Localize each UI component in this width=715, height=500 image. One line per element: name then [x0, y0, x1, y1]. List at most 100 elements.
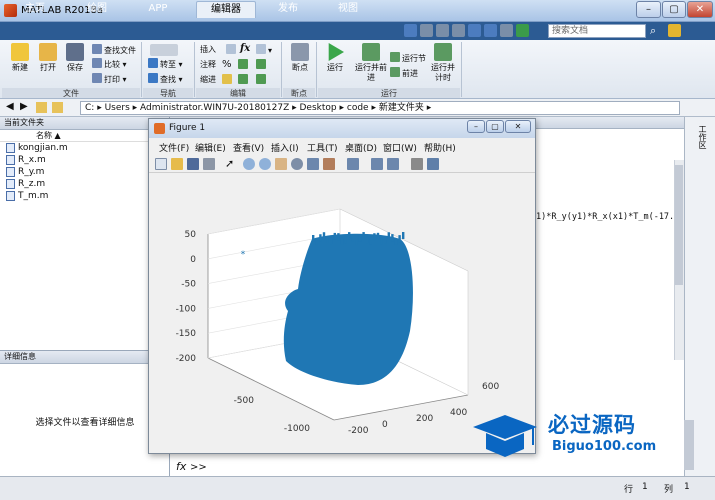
advance-button[interactable]: 前进: [390, 67, 418, 79]
run-and-time-button[interactable]: 运行并计时: [428, 43, 458, 83]
menu-insert[interactable]: 插入(I): [271, 141, 299, 154]
copy-quick-icon[interactable]: [436, 24, 449, 37]
forward-arrow-icon[interactable]: ▶: [20, 101, 28, 112]
folder-up-icon[interactable]: [36, 102, 47, 113]
tab-publish[interactable]: 发布: [268, 1, 308, 18]
insert-function-icon[interactable]: ▾: [256, 44, 272, 56]
insert-button[interactable]: 插入: [200, 44, 216, 56]
new-button[interactable]: 新建: [5, 43, 35, 73]
open-button[interactable]: 打开: [33, 43, 63, 73]
pan-hand-icon[interactable]: [275, 158, 287, 170]
figure-maximize-button[interactable]: ▢: [486, 120, 504, 133]
fx-button[interactable]: fx: [240, 43, 250, 55]
path-segment[interactable]: 新建文件夹: [379, 103, 424, 113]
colorbar-icon[interactable]: [371, 158, 383, 170]
list-item[interactable]: R_x.m: [0, 154, 169, 166]
run-section-button[interactable]: 运行节: [390, 52, 426, 64]
rotate-3d-icon[interactable]: [291, 158, 303, 170]
z-tick-label: -150: [176, 329, 197, 339]
percent-icon[interactable]: %: [222, 59, 232, 71]
notification-icon[interactable]: [668, 24, 681, 37]
menu-tools[interactable]: 工具(T): [307, 141, 338, 154]
minimize-button[interactable]: –: [636, 1, 661, 18]
path-segment[interactable]: Desktop: [300, 103, 337, 113]
help-quick-icon[interactable]: [516, 24, 529, 37]
cluster-edge-mark: [387, 232, 390, 240]
list-item[interactable]: R_z.m: [0, 178, 169, 190]
menu-edit[interactable]: 编辑(E): [195, 141, 226, 154]
goto-button[interactable]: 转至 ▾: [148, 58, 183, 70]
save-quick-icon[interactable]: [404, 24, 417, 37]
code-line: 1)*R_y(y1)*R_x(x1)*T_m(-17.5,: [536, 212, 685, 222]
decrease-indent-icon[interactable]: [256, 74, 268, 86]
undo-quick-icon[interactable]: [468, 24, 481, 37]
tab-home[interactable]: 主页: [16, 1, 54, 18]
figure-minimize-button[interactable]: –: [467, 120, 485, 133]
figure-close-button[interactable]: ✕: [505, 120, 531, 133]
maximize-button[interactable]: ▢: [662, 1, 686, 18]
increase-indent-icon[interactable]: [238, 74, 250, 86]
cut-quick-icon[interactable]: [420, 24, 433, 37]
brush-icon[interactable]: [323, 158, 335, 170]
go-back-forward-icon[interactable]: [150, 44, 178, 56]
search-icon[interactable]: ⌕: [650, 24, 656, 38]
find-button[interactable]: 查找 ▾: [148, 73, 183, 85]
close-button[interactable]: ✕: [687, 1, 713, 18]
back-arrow-icon[interactable]: ◀: [6, 101, 14, 112]
play-icon: [328, 43, 344, 61]
hide-plot-tools-icon[interactable]: [411, 158, 423, 170]
show-plot-tools-icon[interactable]: [427, 158, 439, 170]
pointer-icon[interactable]: ➚: [225, 157, 234, 170]
run-and-advance-button[interactable]: 运行并前进: [354, 43, 388, 83]
legend-icon[interactable]: [387, 158, 399, 170]
compare-button[interactable]: 比较 ▾: [92, 58, 127, 70]
list-item[interactable]: T_m.m: [0, 190, 169, 202]
path-segment[interactable]: Users: [105, 103, 130, 113]
switch-windows-icon[interactable]: [500, 24, 513, 37]
insert-icon[interactable]: [226, 44, 238, 56]
run-button[interactable]: 运行: [320, 43, 350, 73]
print-button[interactable]: 打印 ▾: [92, 73, 127, 85]
menu-help[interactable]: 帮助(H): [424, 141, 456, 154]
menu-window[interactable]: 窗口(W): [383, 141, 417, 154]
paste-quick-icon[interactable]: [452, 24, 465, 37]
tab-apps[interactable]: APP: [138, 1, 178, 18]
smart-indent-icon[interactable]: [222, 74, 234, 86]
data-cursor-icon[interactable]: [307, 158, 319, 170]
fx-icon[interactable]: fx: [176, 460, 186, 473]
zoom-out-icon[interactable]: [259, 158, 271, 170]
tab-editor[interactable]: 编辑器: [196, 1, 256, 18]
name-column-header[interactable]: 名称 ▲: [0, 130, 169, 142]
zoom-in-icon[interactable]: [243, 158, 255, 170]
list-item[interactable]: kongjian.m: [0, 142, 169, 154]
cluster-edge-mark: [351, 234, 354, 242]
tab-view[interactable]: 视图: [328, 1, 368, 18]
breakpoints-button[interactable]: 断点: [285, 43, 315, 73]
menu-desktop[interactable]: 桌面(D): [345, 141, 377, 154]
workspace-tab[interactable]: 工作区: [695, 125, 707, 149]
list-item[interactable]: R_y.m: [0, 166, 169, 178]
path-segment[interactable]: Administrator.WIN7U-20180127Z: [140, 103, 289, 113]
wrap-comments-icon[interactable]: [256, 59, 268, 71]
tab-plots[interactable]: 绘图: [76, 1, 118, 18]
new-figure-icon[interactable]: [155, 158, 167, 170]
browse-folder-icon[interactable]: [52, 102, 63, 113]
cluster-edge-mark: [340, 237, 344, 245]
find-files-button[interactable]: 查找文件: [92, 44, 136, 56]
save-figure-icon[interactable]: [187, 158, 199, 170]
menu-view[interactable]: 查看(V): [233, 141, 264, 154]
save-button[interactable]: 保存: [60, 43, 90, 73]
search-docs-input[interactable]: 搜索文档: [548, 24, 646, 38]
print-figure-icon[interactable]: [203, 158, 215, 170]
path-segment[interactable]: code: [347, 103, 369, 113]
path-segment[interactable]: C:: [85, 103, 94, 113]
menu-file[interactable]: 文件(F): [159, 141, 189, 154]
current-folder-path[interactable]: C: ▸ Users ▸ Administrator.WIN7U-2018012…: [80, 101, 680, 115]
link-plot-icon[interactable]: [347, 158, 359, 170]
indent-button[interactable]: 缩进: [200, 74, 216, 86]
uncomment-icon[interactable]: [238, 59, 250, 71]
redo-quick-icon[interactable]: [484, 24, 497, 37]
scrollbar-thumb[interactable]: [675, 165, 683, 285]
open-file-icon[interactable]: [171, 158, 183, 170]
comment-button[interactable]: 注释: [200, 59, 216, 71]
